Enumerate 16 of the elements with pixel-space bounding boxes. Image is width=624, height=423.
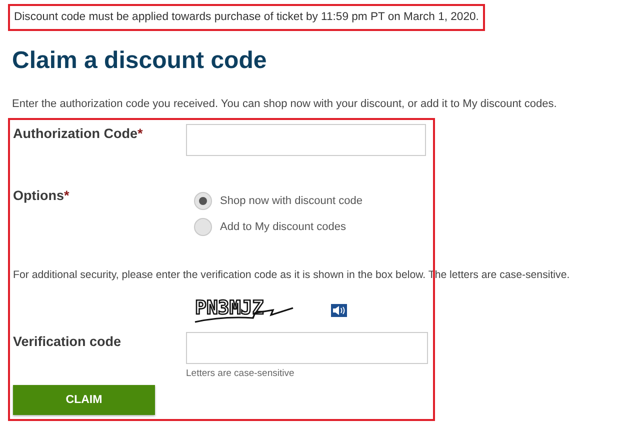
- audio-icon[interactable]: [331, 304, 347, 317]
- radio-button[interactable]: [194, 192, 212, 210]
- claim-button[interactable]: CLAIM: [13, 385, 155, 416]
- notice-text: Discount code must be applied towards purchase of ticket by 11:59 pm PT on March 1, 2020.: [8, 4, 485, 31]
- captcha-image: PN3MJZ: [193, 296, 309, 324]
- radio-label: Add to My discount codes: [220, 220, 346, 235]
- page-title: Claim a discount code: [12, 46, 268, 76]
- field-hint: Letters are case-sensitive: [186, 367, 296, 382]
- field-label: Authorization Code*: [13, 125, 144, 144]
- field-label: Verification code: [13, 333, 122, 352]
- radio-button[interactable]: [194, 218, 212, 236]
- authorization-code-field[interactable]: [186, 124, 426, 156]
- verification-code-field[interactable]: [186, 332, 428, 364]
- intro-text: Enter the authorization code you received. You can shop now with your discount, or add it to My discount codes.: [12, 96, 558, 112]
- radio-label: Shop now with discount code: [220, 194, 362, 209]
- field-label: Options*: [13, 187, 70, 206]
